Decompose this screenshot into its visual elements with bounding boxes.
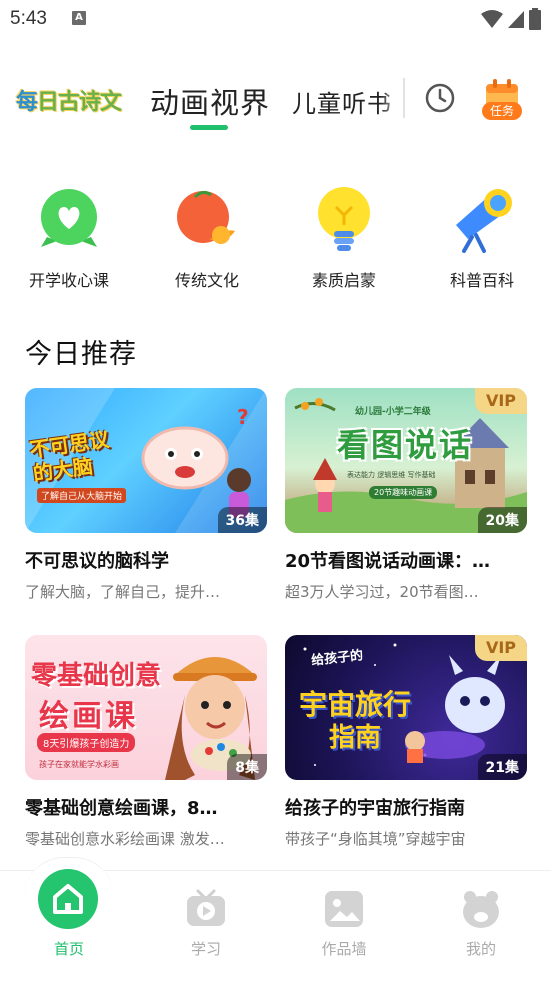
tab-audiobooks[interactable]: 儿童听书 bbox=[292, 84, 392, 119]
course-card[interactable]: 幼儿园-小学二年级 看图说话 表达能力 逻辑思维 写作基础 20节趣味动画课 V… bbox=[285, 388, 527, 602]
tab-fade bbox=[380, 72, 404, 120]
task-button[interactable]: 任务 bbox=[480, 78, 524, 122]
course-card[interactable]: ? 不可思议的大脑 了解自己从大脑开始 36集 不可思议的脑科学 了解大脑，了解… bbox=[25, 388, 267, 602]
category-label: 开学收心课 bbox=[28, 271, 109, 290]
episode-count: 21集 bbox=[477, 754, 527, 780]
history-clock-icon[interactable] bbox=[424, 82, 456, 114]
thumb-topline: 幼儿园-小学二年级 bbox=[355, 407, 431, 417]
heart-icon bbox=[37, 185, 101, 253]
status-bar: 5:43 A bbox=[0, 0, 551, 38]
vip-badge: VIP bbox=[475, 635, 527, 661]
category-label: 素质启蒙 bbox=[311, 271, 376, 290]
thumb-headline: 看图说话 bbox=[337, 426, 474, 464]
course-title: 20节看图说话动画课：… bbox=[285, 551, 491, 572]
thumb-subtitle: 8天引爆孩子创造力 bbox=[37, 733, 136, 752]
thumb-subtitle: 20节趣味动画课 bbox=[369, 486, 438, 499]
task-label: 任务 bbox=[482, 102, 522, 120]
tab-animation[interactable]: 动画视界 bbox=[150, 80, 270, 122]
category-label: 科普百科 bbox=[449, 271, 514, 290]
category-science-encyclopedia[interactable]: 科普百科 bbox=[427, 185, 537, 291]
nav-label: 学习 bbox=[190, 940, 221, 958]
thumb-tags: 表达能力 逻辑思维 写作基础 bbox=[347, 471, 436, 479]
top-tab-bar: 每日古诗文 动画视界 儿童听书 任务 bbox=[0, 72, 551, 132]
logo-rest-text: 日古诗文 bbox=[37, 90, 122, 115]
notification-icon: A bbox=[72, 11, 86, 25]
thumb-subtitle-2: 孩子在家就能学水彩画 bbox=[39, 760, 119, 769]
bottom-navigation: 首页 学习 作品墙 我的 bbox=[0, 857, 551, 981]
thumb-subtitle: 了解自己从大脑开始 bbox=[37, 488, 127, 503]
logo-first-char: 每 bbox=[16, 90, 38, 115]
course-title: 给孩子的宇宙旅行指南 bbox=[285, 798, 465, 819]
orange-fruit-icon bbox=[175, 185, 239, 253]
nav-label: 首页 bbox=[53, 940, 84, 958]
wifi-icon bbox=[481, 10, 503, 28]
episode-count: 36集 bbox=[217, 507, 267, 533]
nav-label: 我的 bbox=[465, 940, 496, 958]
tab-classic-poetry[interactable]: 每日古诗文 bbox=[16, 84, 122, 116]
category-row: 开学收心课 传统文化 素质启蒙 科普百科 bbox=[0, 185, 551, 295]
section-title: 今日推荐 bbox=[25, 339, 137, 370]
thumb-headline: 零基础创意 bbox=[31, 661, 162, 691]
lightbulb-icon bbox=[312, 185, 376, 253]
course-description: 零基础创意水彩绘画课 激发… bbox=[25, 830, 225, 848]
svg-text:?: ? bbox=[237, 405, 249, 429]
course-description: 了解大脑，了解自己，提升… bbox=[25, 583, 221, 601]
episode-count: 20集 bbox=[477, 507, 527, 533]
course-title: 零基础创意绘画课，8… bbox=[25, 798, 218, 819]
tv-play-icon bbox=[187, 889, 225, 926]
course-thumbnail: 零基础创意 绘画课 8天引爆孩子创造力 孩子在家就能学水彩画 8集 bbox=[25, 635, 267, 780]
category-label: 传统文化 bbox=[174, 271, 239, 290]
course-card[interactable]: 零基础创意 绘画课 8天引爆孩子创造力 孩子在家就能学水彩画 8集 零基础创意绘… bbox=[25, 635, 267, 849]
category-back-to-school[interactable]: 开学收心课 bbox=[14, 185, 124, 291]
course-thumbnail: 给孩子的 宇宙旅行 指南 VIP 21集 bbox=[285, 635, 527, 780]
bear-face-icon bbox=[463, 891, 499, 928]
status-time: 5:43 bbox=[10, 8, 47, 29]
nav-label: 作品墙 bbox=[321, 940, 367, 958]
battery-icon bbox=[529, 8, 541, 30]
thumb-headline-2: 绘画课 bbox=[39, 699, 138, 734]
tab-divider bbox=[403, 78, 405, 118]
category-traditional-culture[interactable]: 传统文化 bbox=[152, 185, 262, 291]
course-description: 带孩子“身临其境”穿越宇宙 bbox=[285, 830, 466, 848]
course-description: 超3万人学习过，20节看图… bbox=[285, 583, 479, 601]
active-tab-indicator bbox=[190, 125, 228, 130]
telescope-icon bbox=[450, 185, 514, 253]
course-title: 不可思议的脑科学 bbox=[25, 551, 169, 572]
thumb-headline-3: 指南 bbox=[329, 723, 382, 753]
episode-count: 8集 bbox=[227, 754, 267, 780]
vip-badge: VIP bbox=[475, 388, 527, 414]
signal-icon bbox=[508, 11, 524, 28]
status-icons bbox=[481, 8, 541, 30]
home-icon-circle bbox=[38, 869, 98, 929]
course-thumbnail: 幼儿园-小学二年级 看图说话 表达能力 逻辑思维 写作基础 20节趣味动画课 V… bbox=[285, 388, 527, 533]
home-icon bbox=[53, 884, 83, 914]
picture-icon bbox=[325, 891, 363, 927]
category-quality-enlightenment[interactable]: 素质启蒙 bbox=[289, 185, 399, 291]
course-card[interactable]: 给孩子的 宇宙旅行 指南 VIP 21集 给孩子的宇宙旅行指南 带孩子“身临其境… bbox=[285, 635, 527, 849]
course-thumbnail: ? 不可思议的大脑 了解自己从大脑开始 36集 bbox=[25, 388, 267, 533]
